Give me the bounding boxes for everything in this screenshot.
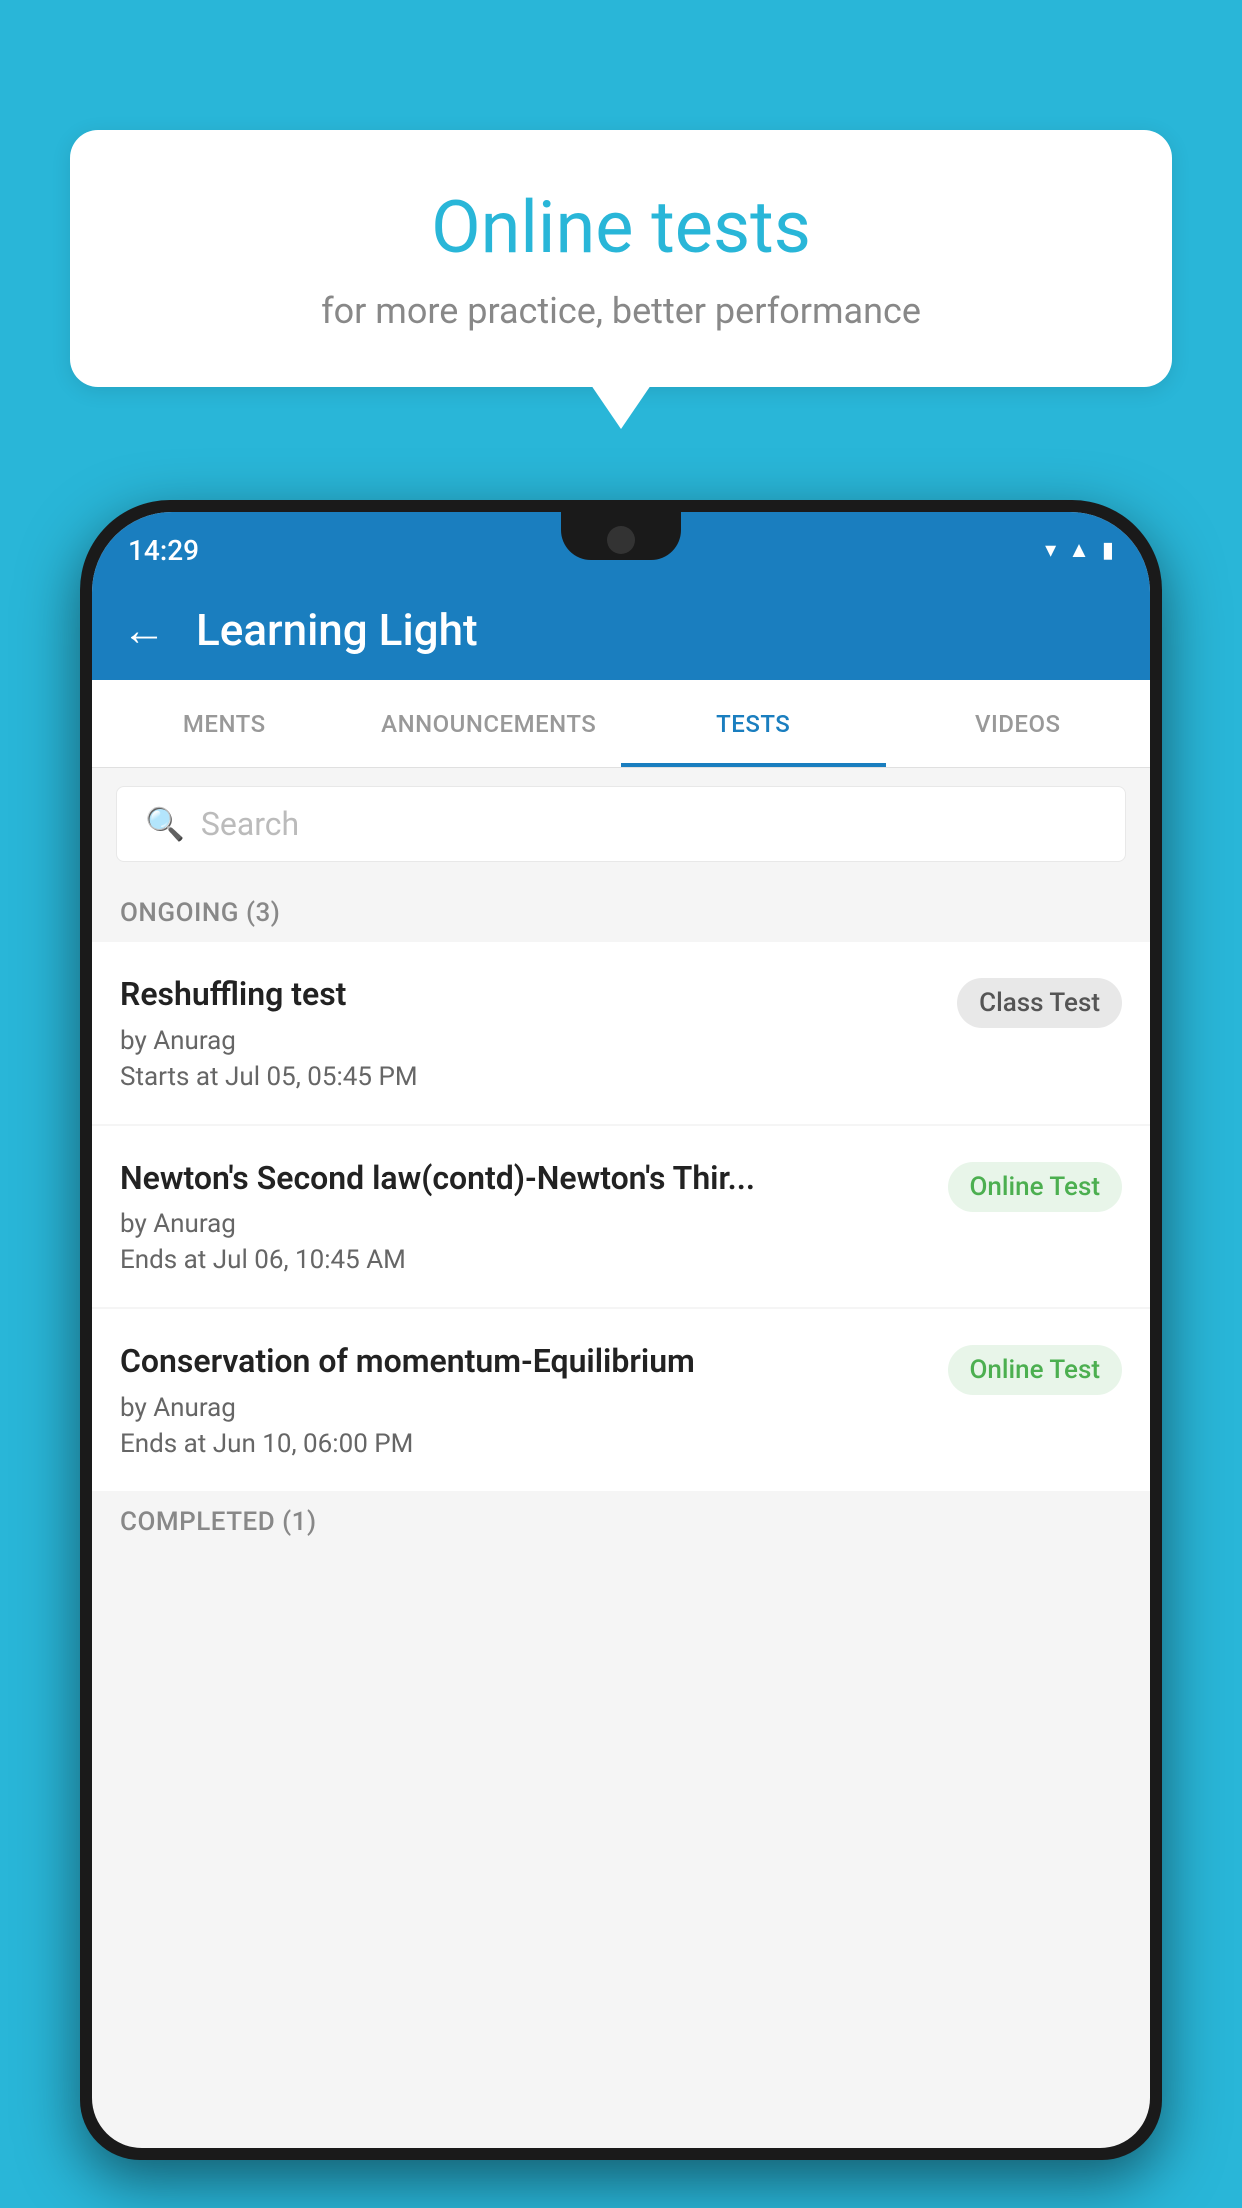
test-card-2[interactable]: Newton's Second law(contd)-Newton's Thir… (92, 1126, 1150, 1308)
search-placeholder: Search (201, 805, 299, 843)
completed-label: COMPLETED (1) (120, 1507, 317, 1537)
test-time-2: Ends at Jul 06, 10:45 AM (120, 1245, 928, 1275)
test-card-3[interactable]: Conservation of momentum-Equilibrium by … (92, 1309, 1150, 1491)
camera (607, 526, 635, 554)
tab-ments[interactable]: MENTS (92, 680, 357, 767)
search-container: 🔍 Search (92, 768, 1150, 880)
test-time-3: Ends at Jun 10, 06:00 PM (120, 1429, 928, 1459)
phone-inner: 14:29 ▾ ▲ ▮ ← Learning Light MENTS (92, 512, 1150, 2148)
test-time-1: Starts at Jul 05, 05:45 PM (120, 1062, 937, 1092)
test-title-2: Newton's Second law(contd)-Newton's Thir… (120, 1158, 928, 1200)
speech-bubble-subtitle: for more practice, better performance (130, 290, 1112, 332)
tab-tests[interactable]: TESTS (621, 680, 886, 767)
status-time: 14:29 (128, 534, 199, 567)
battery-icon: ▮ (1102, 538, 1114, 563)
back-button[interactable]: ← (122, 608, 166, 652)
test-author-1: by Anurag (120, 1026, 937, 1056)
speech-bubble: Online tests for more practice, better p… (70, 130, 1172, 387)
test-info-1: Reshuffling test by Anurag Starts at Jul… (120, 974, 957, 1092)
signal-icon: ▲ (1068, 537, 1090, 563)
test-author-3: by Anurag (120, 1393, 928, 1423)
speech-bubble-title: Online tests (130, 185, 1112, 270)
tab-announcements[interactable]: ANNOUNCEMENTS (357, 680, 622, 767)
search-icon: 🔍 (145, 805, 185, 843)
phone-screen: 14:29 ▾ ▲ ▮ ← Learning Light MENTS (92, 512, 1150, 2148)
badge-class-test-1: Class Test (957, 978, 1122, 1028)
ongoing-label: ONGOING (3) (120, 898, 280, 928)
status-icons: ▾ ▲ ▮ (1045, 537, 1114, 563)
test-title-3: Conservation of momentum-Equilibrium (120, 1341, 928, 1383)
phone-notch (561, 512, 681, 560)
test-author-2: by Anurag (120, 1209, 928, 1239)
test-card-1[interactable]: Reshuffling test by Anurag Starts at Jul… (92, 942, 1150, 1124)
test-info-3: Conservation of momentum-Equilibrium by … (120, 1341, 948, 1459)
phone-frame: 14:29 ▾ ▲ ▮ ← Learning Light MENTS (80, 500, 1162, 2160)
speech-bubble-container: Online tests for more practice, better p… (70, 130, 1172, 387)
tab-bar: MENTS ANNOUNCEMENTS TESTS VIDEOS (92, 680, 1150, 768)
wifi-icon: ▾ (1045, 538, 1056, 563)
phone-container: 14:29 ▾ ▲ ▮ ← Learning Light MENTS (80, 500, 1162, 2208)
search-bar[interactable]: 🔍 Search (116, 786, 1126, 862)
tab-videos[interactable]: VIDEOS (886, 680, 1151, 767)
badge-online-test-2: Online Test (948, 1162, 1123, 1212)
app-title: Learning Light (196, 604, 478, 656)
completed-section-header: COMPLETED (1) (92, 1493, 1150, 1551)
test-title-1: Reshuffling test (120, 974, 937, 1016)
ongoing-section-header: ONGOING (3) (92, 880, 1150, 942)
badge-online-test-3: Online Test (948, 1345, 1123, 1395)
app-header: ← Learning Light (92, 580, 1150, 680)
test-info-2: Newton's Second law(contd)-Newton's Thir… (120, 1158, 948, 1276)
